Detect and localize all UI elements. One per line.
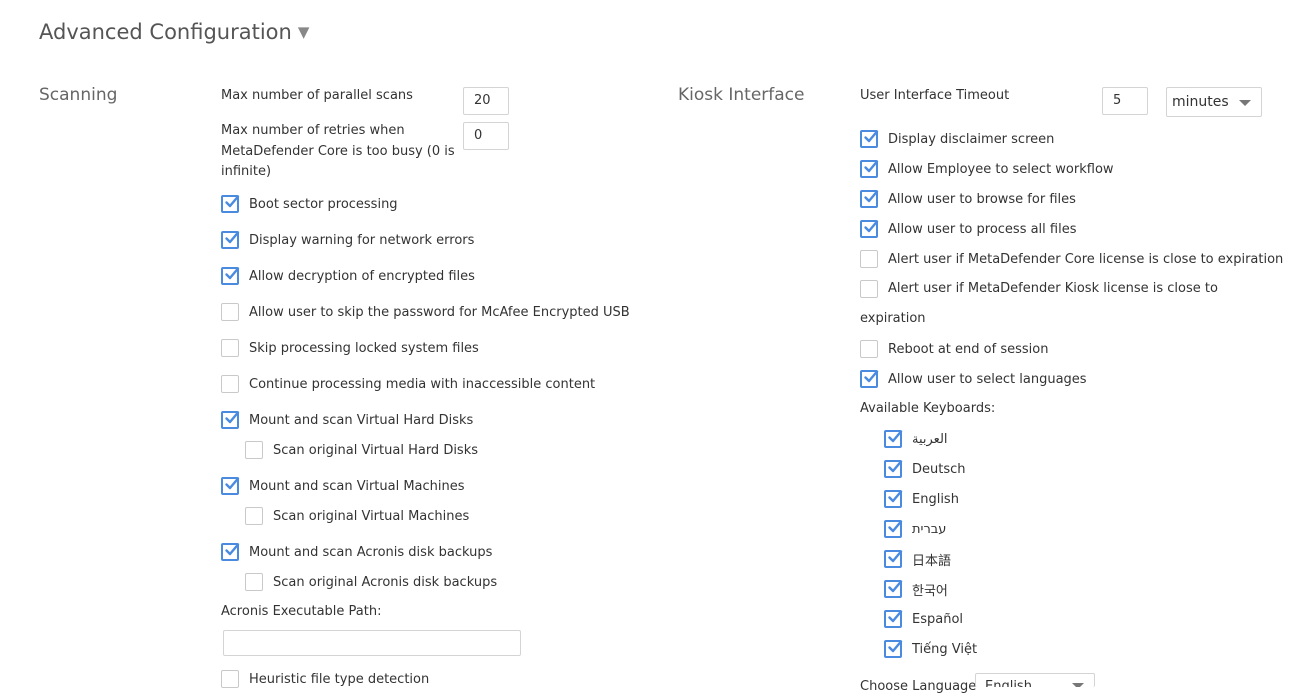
option-continue-inaccessible[interactable]: Continue processing media with inaccessi… (221, 374, 595, 394)
keyboard-hebrew[interactable]: עברית (884, 519, 946, 539)
keyboard-english[interactable]: English (884, 489, 959, 509)
option-skip-mcafee-password[interactable]: Allow user to skip the password for McAf… (221, 302, 630, 322)
checkbox[interactable] (884, 610, 903, 628)
option-kiosk-license-alert[interactable]: Alert user if MetaDefender Kiosk license… (860, 274, 1220, 334)
checkbox[interactable] (860, 130, 879, 148)
timeout-input[interactable]: 5 (1102, 87, 1148, 115)
check-icon (888, 520, 903, 533)
check-icon (225, 231, 240, 244)
option-decryption[interactable]: Allow decryption of encrypted files (221, 266, 475, 286)
checkbox[interactable] (884, 550, 903, 568)
check-icon (225, 543, 240, 556)
keyboard-arabic[interactable]: العربية (884, 429, 948, 449)
option-scan-original-vhd[interactable]: Scan original Virtual Hard Disks (245, 440, 478, 460)
check-icon (225, 411, 240, 424)
retries-label: Max number of retries when MetaDefender … (221, 123, 455, 179)
check-icon (864, 130, 879, 143)
section-heading-scanning: Scanning (39, 85, 118, 105)
keyboards-label: Available Keyboards: (860, 401, 996, 416)
checkbox[interactable] (860, 340, 878, 358)
checkbox[interactable] (884, 430, 903, 448)
checkbox[interactable] (221, 543, 240, 561)
keyboard-german[interactable]: Deutsch (884, 459, 966, 479)
checkbox[interactable] (884, 640, 903, 658)
keyboard-korean[interactable]: 한국어 (884, 579, 948, 599)
choose-language-label: Choose Language (860, 679, 977, 694)
keyboard-spanish[interactable]: Español (884, 609, 963, 629)
checkbox[interactable] (221, 267, 240, 285)
check-icon (864, 160, 879, 173)
option-heuristic-detection[interactable]: Heuristic file type detection (221, 669, 429, 689)
checkbox[interactable] (860, 160, 879, 178)
option-select-languages[interactable]: Allow user to select languages (860, 369, 1087, 389)
check-icon (225, 477, 240, 490)
check-icon (888, 610, 903, 623)
checkbox[interactable] (860, 370, 879, 388)
checkbox[interactable] (884, 520, 903, 538)
checkbox[interactable] (221, 303, 239, 321)
checkbox[interactable] (884, 580, 903, 598)
acronis-path-input[interactable] (223, 630, 521, 656)
option-network-warning[interactable]: Display warning for network errors (221, 230, 474, 250)
parallel-scans-input[interactable]: 20 (463, 87, 509, 115)
check-icon (864, 220, 879, 233)
checkbox[interactable] (221, 231, 240, 249)
check-icon (888, 460, 903, 473)
timeout-unit-select[interactable]: minutes (1166, 87, 1262, 117)
check-icon (864, 190, 879, 203)
checkbox[interactable] (884, 460, 903, 478)
checkbox[interactable] (245, 573, 263, 591)
checkbox[interactable] (860, 190, 879, 208)
option-select-workflow[interactable]: Allow Employee to select workflow (860, 159, 1114, 179)
check-icon (888, 550, 903, 563)
timeout-label: User Interface Timeout (860, 88, 1010, 103)
acronis-path-label: Acronis Executable Path: (221, 604, 382, 619)
checkbox[interactable] (860, 280, 878, 298)
chevron-down-icon[interactable]: ▼ (298, 23, 310, 41)
option-disclaimer[interactable]: Display disclaimer screen (860, 129, 1054, 149)
choose-language-select[interactable]: English (975, 673, 1095, 687)
check-icon (864, 370, 879, 383)
option-process-all-files[interactable]: Allow user to process all files (860, 219, 1077, 239)
chevron-down-icon (1239, 100, 1251, 106)
keyboard-vietnamese[interactable]: Tiếng Việt (884, 639, 977, 659)
check-icon (888, 580, 903, 593)
checkbox[interactable] (860, 220, 879, 238)
checkbox[interactable] (221, 375, 239, 393)
checkbox[interactable] (221, 477, 240, 495)
checkbox[interactable] (860, 250, 878, 268)
check-icon (888, 640, 903, 653)
option-scan-original-vm[interactable]: Scan original Virtual Machines (245, 506, 469, 526)
section-heading-kiosk: Kiosk Interface (678, 85, 805, 105)
checkbox[interactable] (221, 195, 240, 213)
checkbox[interactable] (245, 441, 263, 459)
option-reboot-end-session[interactable]: Reboot at end of session (860, 339, 1048, 359)
option-skip-locked-files[interactable]: Skip processing locked system files (221, 338, 479, 358)
checkbox[interactable] (221, 411, 240, 429)
check-icon (888, 430, 903, 443)
option-mount-vhd[interactable]: Mount and scan Virtual Hard Disks (221, 410, 473, 430)
keyboard-japanese[interactable]: 日本語 (884, 549, 951, 569)
check-icon (225, 195, 240, 208)
option-browse-files[interactable]: Allow user to browse for files (860, 189, 1076, 209)
checkbox[interactable] (884, 490, 903, 508)
retries-input[interactable]: 0 (463, 122, 509, 150)
page-title[interactable]: Advanced Configuration ▼ (39, 20, 309, 44)
check-icon (225, 267, 240, 280)
check-icon (888, 490, 903, 503)
option-boot-sector[interactable]: Boot sector processing (221, 194, 398, 214)
option-scan-original-acronis[interactable]: Scan original Acronis disk backups (245, 572, 497, 592)
chevron-down-icon (1072, 683, 1084, 687)
option-mount-acronis[interactable]: Mount and scan Acronis disk backups (221, 542, 492, 562)
option-mount-vm[interactable]: Mount and scan Virtual Machines (221, 476, 465, 496)
checkbox[interactable] (245, 507, 263, 525)
checkbox[interactable] (221, 339, 239, 357)
checkbox[interactable] (221, 670, 239, 688)
parallel-scans-label: Max number of parallel scans (221, 88, 413, 103)
option-core-license-alert[interactable]: Alert user if MetaDefender Core license … (860, 249, 1283, 269)
